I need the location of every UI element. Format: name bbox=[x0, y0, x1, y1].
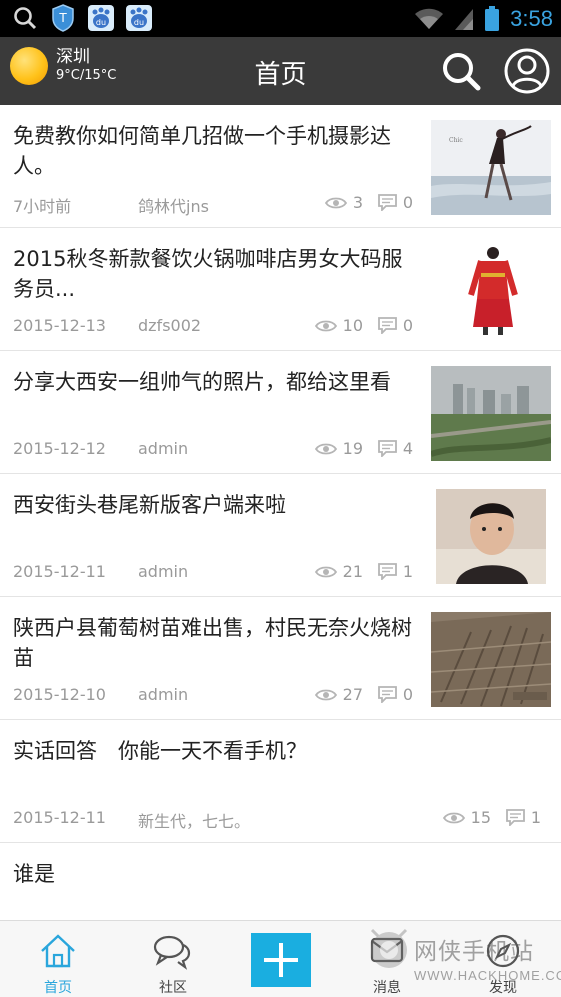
clock: 3:58 bbox=[510, 5, 553, 31]
comment-count: 0 bbox=[402, 193, 413, 212]
comment-count: 1 bbox=[530, 808, 541, 827]
tab-label: 社区 bbox=[159, 980, 187, 996]
article-meta: 2015-12-12 admin 19 4 bbox=[13, 439, 415, 461]
view-count: 15 bbox=[470, 808, 491, 827]
comment-count: 0 bbox=[402, 316, 413, 335]
search-icon bbox=[10, 3, 40, 33]
eye-icon bbox=[324, 197, 347, 208]
notification-icons: T du du bbox=[10, 3, 154, 33]
article-title: 西安街头巷尾新版客户端来啦 bbox=[13, 493, 286, 517]
article-title: 陕西户县葡萄树苗难出售，村民无奈火烧树苗 bbox=[13, 616, 412, 670]
status-bar: T du du 3:58 bbox=[0, 0, 561, 37]
eye-icon bbox=[442, 812, 465, 823]
compass-icon bbox=[486, 934, 520, 968]
baidu-icon: du bbox=[86, 3, 116, 33]
article-date: 2015-12-11 bbox=[13, 562, 106, 581]
tab-messages[interactable]: 消息 bbox=[331, 921, 443, 997]
article-meta: 2015-12-11 新生代，七七。 15 1 bbox=[13, 808, 543, 831]
system-indicators: 3:58 bbox=[414, 0, 553, 37]
comment-icon bbox=[377, 440, 397, 457]
article-meta: 2015-12-11 admin 21 1 bbox=[13, 562, 415, 584]
comment-count: 1 bbox=[402, 562, 413, 581]
signal-icon bbox=[455, 8, 474, 30]
comment-count: 0 bbox=[402, 685, 413, 704]
article-title: 谁是 bbox=[13, 862, 55, 886]
chat-bubbles-icon bbox=[153, 935, 191, 970]
article-date: 2015-12-10 bbox=[13, 685, 106, 704]
list-item[interactable]: 实话回答 你能一天不看手机？ 2015-12-11 新生代，七七。 15 1 bbox=[0, 720, 561, 843]
tab-discover[interactable]: 发现 bbox=[447, 921, 559, 997]
view-count: 10 bbox=[342, 316, 363, 335]
wifi-icon bbox=[415, 8, 444, 29]
article-author: admin bbox=[138, 439, 189, 458]
battery-icon bbox=[485, 5, 500, 31]
article-date: 2015-12-13 bbox=[13, 316, 106, 335]
article-meta: 2015-12-10 admin 27 0 bbox=[13, 685, 415, 707]
eye-icon bbox=[314, 566, 337, 577]
article-thumbnail bbox=[431, 243, 551, 338]
article-title: 免费教你如何简单几招做一个手机摄影达人。 bbox=[13, 124, 391, 178]
article-date: 2015-12-12 bbox=[13, 439, 106, 458]
article-author: admin bbox=[138, 562, 189, 581]
list-item[interactable]: 谁是 bbox=[0, 843, 561, 920]
comment-icon bbox=[505, 809, 525, 826]
tab-label: 消息 bbox=[373, 980, 401, 996]
list-item[interactable]: 陕西户县葡萄树苗难出售，村民无奈火烧树苗 2015-12-10 admin 27… bbox=[0, 597, 561, 720]
eye-icon bbox=[314, 320, 337, 331]
comment-icon bbox=[377, 317, 397, 334]
article-date: 7小时前 bbox=[13, 197, 72, 216]
eye-icon bbox=[314, 689, 337, 700]
article-thumbnail bbox=[431, 612, 551, 707]
comment-icon bbox=[377, 563, 397, 580]
view-count: 21 bbox=[342, 562, 363, 581]
list-item[interactable]: 免费教你如何简单几招做一个手机摄影达人。 7小时前 鸽林代jns 3 0 Chi… bbox=[0, 105, 561, 228]
shield-icon: T bbox=[48, 3, 78, 33]
view-count: 27 bbox=[342, 685, 363, 704]
article-author: admin bbox=[138, 685, 189, 704]
comment-count: 4 bbox=[402, 439, 413, 458]
add-post-button[interactable] bbox=[251, 933, 311, 987]
comment-icon bbox=[377, 686, 397, 703]
article-feed[interactable]: 免费教你如何简单几招做一个手机摄影达人。 7小时前 鸽林代jns 3 0 Chi… bbox=[0, 105, 561, 920]
search-icon[interactable] bbox=[440, 50, 482, 92]
svg-text:du: du bbox=[134, 18, 144, 27]
list-item[interactable]: 2015秋冬新款餐饮火锅咖啡店男女大码服务员... 2015-12-13 dzf… bbox=[0, 228, 561, 351]
list-item[interactable]: 分享大西安一组帅气的照片，都给这里看 2015-12-12 admin 19 4 bbox=[0, 351, 561, 474]
article-date: 2015-12-11 bbox=[13, 808, 106, 827]
baidu-icon: du bbox=[124, 3, 154, 33]
tab-community[interactable]: 社区 bbox=[117, 921, 229, 997]
article-author: dzfs002 bbox=[138, 316, 202, 335]
bottom-tab-bar: 首页 社区 消息 发现 bbox=[0, 920, 561, 997]
list-item[interactable]: 西安街头巷尾新版客户端来啦 2015-12-11 admin 21 1 bbox=[0, 474, 561, 597]
app-header: 深圳 9°C/15°C 首页 bbox=[0, 37, 561, 105]
article-meta: 2015-12-13 dzfs002 10 0 bbox=[13, 316, 415, 338]
tab-label: 首页 bbox=[44, 980, 72, 996]
article-thumbnail: Chic bbox=[431, 120, 551, 215]
comment-icon bbox=[377, 194, 397, 211]
article-author: 新生代，七七。 bbox=[138, 812, 251, 831]
message-icon bbox=[370, 937, 404, 963]
user-icon[interactable] bbox=[504, 48, 550, 94]
view-count: 3 bbox=[352, 193, 363, 212]
article-meta: 7小时前 鸽林代jns 3 0 bbox=[13, 193, 415, 216]
article-thumbnail bbox=[431, 366, 551, 461]
svg-text:T: T bbox=[58, 11, 67, 25]
plus-icon bbox=[264, 943, 298, 977]
article-title: 实话回答 你能一天不看手机？ bbox=[13, 739, 307, 763]
home-icon bbox=[41, 934, 75, 968]
article-thumbnail bbox=[436, 489, 546, 584]
article-author: 鸽林代jns bbox=[138, 197, 209, 216]
view-count: 19 bbox=[342, 439, 363, 458]
svg-text:Chic: Chic bbox=[449, 137, 463, 144]
svg-text:du: du bbox=[96, 18, 106, 27]
tab-home[interactable]: 首页 bbox=[2, 921, 114, 997]
tab-label: 发现 bbox=[489, 980, 517, 996]
article-title: 分享大西安一组帅气的照片，都给这里看 bbox=[13, 370, 391, 394]
article-title: 2015秋冬新款餐饮火锅咖啡店男女大码服务员... bbox=[13, 247, 403, 301]
eye-icon bbox=[314, 443, 337, 454]
